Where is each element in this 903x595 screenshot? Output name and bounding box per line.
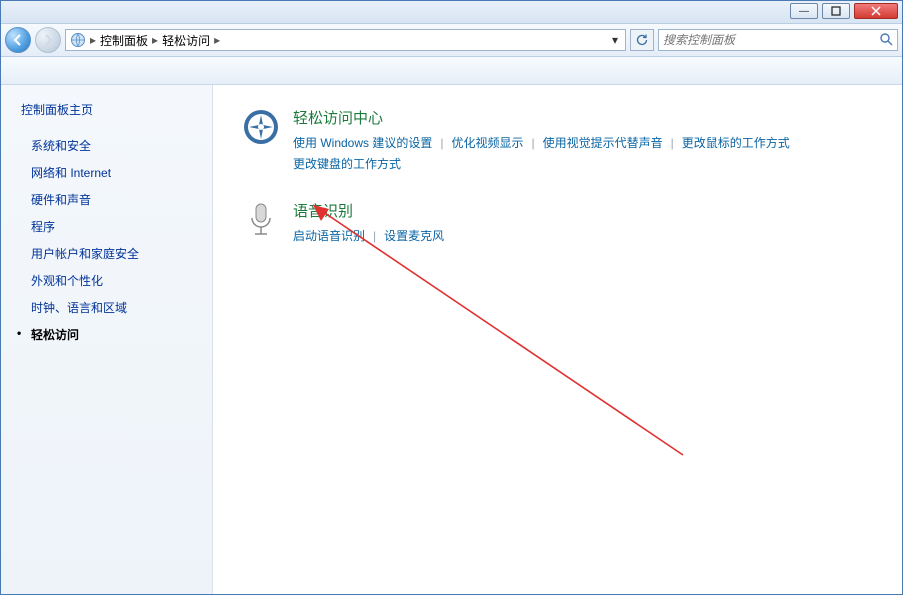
arrow-right-icon <box>42 34 54 46</box>
link-separator: | <box>671 136 674 150</box>
section-body: 轻松访问中心 使用 Windows 建议的设置 | 优化视频显示 | 使用视觉提示代… <box>293 107 874 172</box>
ease-of-access-icon <box>241 107 281 147</box>
main-panel: 轻松访问中心 使用 Windows 建议的设置 | 优化视频显示 | 使用视觉提示代… <box>213 85 902 594</box>
sidebar-item-label: 轻松访问 <box>31 328 79 342</box>
maximize-button[interactable] <box>822 3 850 19</box>
section-body: 语音识别 启动语音识别 | 设置麦克风 <box>293 200 874 244</box>
link-windows-suggestions[interactable]: 使用 Windows 建议的设置 <box>293 134 432 151</box>
links-row: 使用 Windows 建议的设置 | 优化视频显示 | 使用视觉提示代替声音 | 更改… <box>293 134 874 151</box>
link-start-speech-recognition[interactable]: 启动语音识别 <box>293 227 365 244</box>
search-icon <box>879 32 893 49</box>
control-panel-icon <box>70 32 86 48</box>
sidebar-item-user-accounts[interactable]: 用户帐户和家庭安全 <box>21 240 212 267</box>
section-speech-recognition: 语音识别 启动语音识别 | 设置麦克风 <box>241 200 874 244</box>
link-change-mouse[interactable]: 更改鼠标的工作方式 <box>682 134 790 151</box>
link-setup-microphone[interactable]: 设置麦克风 <box>384 227 444 244</box>
sidebar-item-appearance[interactable]: 外观和个性化 <box>21 267 212 294</box>
window-frame: — ▸ 控制面板 ▸ 轻松访问 ▸ ▾ <box>0 0 903 595</box>
close-button[interactable] <box>854 3 898 19</box>
minimize-icon: — <box>799 6 809 17</box>
sidebar-list: 系统和安全 网络和 Internet 硬件和声音 程序 用户帐户和家庭安全 外观… <box>21 132 212 348</box>
sidebar-item-label: 硬件和声音 <box>31 193 91 207</box>
maximize-icon <box>831 6 841 16</box>
sidebar-item-ease-of-access[interactable]: 轻松访问 <box>21 321 212 348</box>
sidebar-item-clock-language[interactable]: 时钟、语言和区域 <box>21 294 212 321</box>
nav-back-button[interactable] <box>5 27 31 53</box>
microphone-icon <box>241 200 281 240</box>
window-titlebar: — <box>1 1 902 23</box>
section-ease-of-access: 轻松访问中心 使用 Windows 建议的设置 | 优化视频显示 | 使用视觉提示代… <box>241 107 874 172</box>
sidebar-item-network-internet[interactable]: 网络和 Internet <box>21 159 212 186</box>
sidebar-title[interactable]: 控制面板主页 <box>21 101 212 118</box>
link-change-keyboard[interactable]: 更改键盘的工作方式 <box>293 155 401 172</box>
link-separator: | <box>532 136 535 150</box>
sidebar-item-label: 程序 <box>31 220 55 234</box>
link-separator: | <box>440 136 443 150</box>
sidebar-item-label: 系统和安全 <box>31 139 91 153</box>
search-input[interactable] <box>663 33 875 47</box>
nav-row: ▸ 控制面板 ▸ 轻松访问 ▸ ▾ <box>1 23 902 57</box>
arrow-left-icon <box>12 34 24 46</box>
address-bar[interactable]: ▸ 控制面板 ▸ 轻松访问 ▸ ▾ <box>65 29 626 51</box>
section-title-speech[interactable]: 语音识别 <box>293 200 874 221</box>
sidebar: 控制面板主页 系统和安全 网络和 Internet 硬件和声音 程序 用户帐户和… <box>1 85 213 594</box>
link-visual-cues[interactable]: 使用视觉提示代替声音 <box>543 134 663 151</box>
chevron-right-icon: ▸ <box>214 33 220 47</box>
content-area: 控制面板主页 系统和安全 网络和 Internet 硬件和声音 程序 用户帐户和… <box>1 85 902 594</box>
breadcrumb-item-control-panel[interactable]: 控制面板 <box>96 32 152 49</box>
sidebar-item-label: 时钟、语言和区域 <box>31 301 127 315</box>
minimize-button[interactable]: — <box>790 3 818 19</box>
toolbar <box>1 57 902 85</box>
close-icon <box>871 6 881 16</box>
addressbar-dropdown-icon[interactable]: ▾ <box>607 33 623 47</box>
refresh-button[interactable] <box>630 29 654 51</box>
links-row: 启动语音识别 | 设置麦克风 <box>293 227 874 244</box>
sidebar-item-label: 网络和 Internet <box>31 166 111 180</box>
section-title-ease[interactable]: 轻松访问中心 <box>293 107 874 128</box>
sidebar-item-label: 用户帐户和家庭安全 <box>31 247 139 261</box>
link-separator: | <box>373 229 376 243</box>
search-box[interactable] <box>658 29 898 51</box>
nav-forward-button[interactable] <box>35 27 61 53</box>
links-row: 更改键盘的工作方式 <box>293 155 874 172</box>
link-optimize-visual[interactable]: 优化视频显示 <box>451 134 523 151</box>
sidebar-item-label: 外观和个性化 <box>31 274 103 288</box>
sidebar-item-system-security[interactable]: 系统和安全 <box>21 132 212 159</box>
refresh-icon <box>635 33 649 47</box>
sidebar-item-programs[interactable]: 程序 <box>21 213 212 240</box>
breadcrumb-item-ease-of-access[interactable]: 轻松访问 <box>158 32 214 49</box>
sidebar-item-hardware-sound[interactable]: 硬件和声音 <box>21 186 212 213</box>
